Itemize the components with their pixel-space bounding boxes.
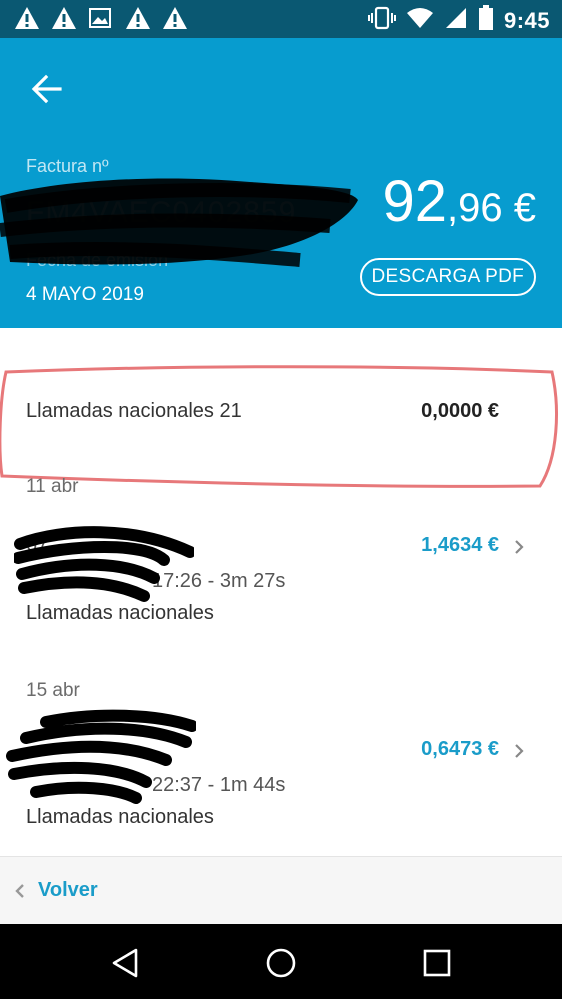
signal-icon xyxy=(444,6,468,35)
warning-icon xyxy=(14,6,40,30)
issue-date-label: Fecha de emisión xyxy=(26,250,169,270)
notification-icons xyxy=(14,6,188,30)
call-list-item[interactable]: 67 17:26 - 3m 27s Llamadas nacionales 1,… xyxy=(0,534,562,664)
nav-home-icon[interactable] xyxy=(264,946,298,980)
nav-back-icon[interactable] xyxy=(108,946,142,980)
nav-recents-icon[interactable] xyxy=(420,946,454,980)
chevron-left-icon xyxy=(14,883,26,899)
warning-icon xyxy=(162,6,188,30)
back-arrow-icon[interactable] xyxy=(30,72,64,106)
call-type: Llamadas nacionales xyxy=(26,602,214,624)
call-amount: 0,6473 € xyxy=(421,738,499,760)
warning-icon xyxy=(51,6,77,30)
chevron-right-icon xyxy=(512,744,526,758)
image-icon xyxy=(88,6,114,30)
invoice-number: FM4VAEC0402859 xyxy=(26,196,297,229)
invoice-header: Factura nº FM4VAEC0402859 Fecha de emisi… xyxy=(0,38,562,328)
back-button-label[interactable]: Volver xyxy=(38,879,98,902)
clock: 9:45 xyxy=(503,7,550,33)
summary-row: Llamadas nacionales 21 0,0000 € xyxy=(0,372,562,456)
wifi-icon xyxy=(406,6,434,35)
vibrate-icon xyxy=(367,6,396,35)
battery-icon xyxy=(478,5,494,36)
call-list-item[interactable]: 22:37 - 1m 44s Llamadas nacionales 0,647… xyxy=(0,738,562,868)
call-phone-number: 67 xyxy=(26,534,49,556)
back-bar[interactable]: Volver xyxy=(0,856,562,924)
call-type: Llamadas nacionales xyxy=(26,806,214,828)
call-amount: 1,4634 € xyxy=(421,534,499,556)
call-time-duration: 17:26 - 3m 27s xyxy=(152,570,286,592)
navigation-bar xyxy=(0,924,562,999)
invoice-total-integer: 92 xyxy=(382,169,448,234)
issue-date: 4 MAYO 2019 xyxy=(26,284,144,305)
system-icons: 9:45 xyxy=(367,5,550,36)
invoice-total: 92,96 € xyxy=(383,168,536,235)
date-heading: 11 abr xyxy=(26,476,79,497)
invoice-number-label: Factura nº xyxy=(26,156,109,176)
download-pdf-button[interactable]: DESCARGA PDF xyxy=(359,258,536,296)
chevron-right-icon xyxy=(512,540,526,554)
invoice-total-decimal: ,96 € xyxy=(447,186,536,230)
warning-icon xyxy=(125,6,151,30)
date-heading: 15 abr xyxy=(26,680,80,701)
summary-label: Llamadas nacionales 21 xyxy=(26,400,242,422)
call-time-duration: 22:37 - 1m 44s xyxy=(152,774,286,796)
summary-amount: 0,0000 € xyxy=(421,400,499,422)
status-bar: 9:45 xyxy=(0,0,562,38)
